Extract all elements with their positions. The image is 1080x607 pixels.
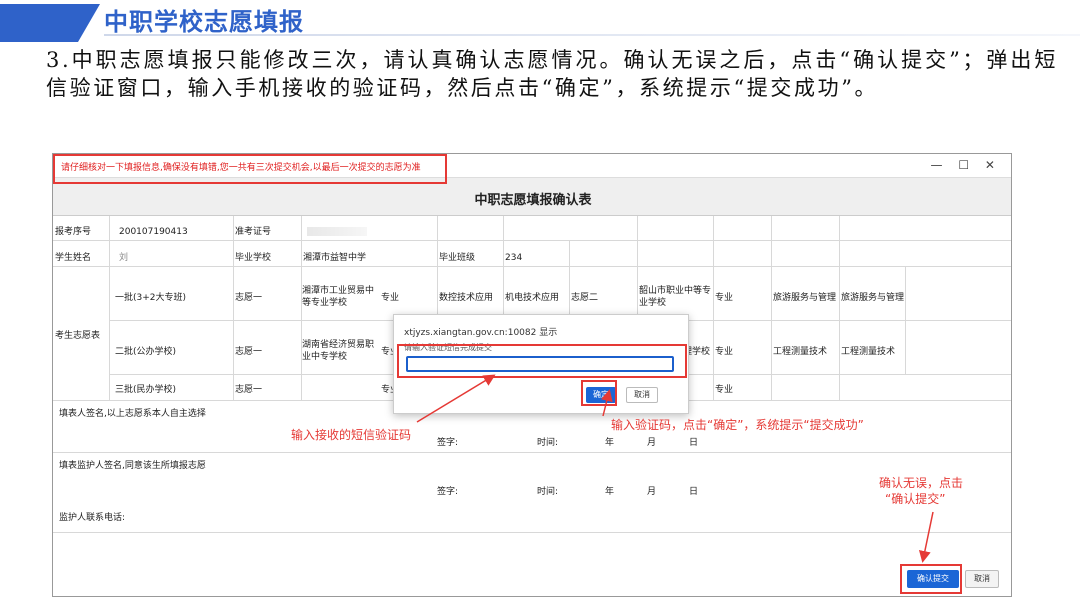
arrow-to-input (416, 374, 496, 423)
slide-title: 中职学校志愿填报 (104, 8, 304, 36)
header-divider (104, 34, 1080, 36)
annotation-arrows (416, 374, 934, 563)
form-window-screenshot: 请仔细核对一下填报信息,确保没有填错,您一共有三次提交机会,以最后一次提交的志愿… (52, 153, 1012, 597)
instruction-paragraph: 3.中职志愿填报只能修改三次，请认真确认志愿情况。确认无误之后，点击“确认提交”… (46, 48, 1058, 100)
arrow-to-submit (918, 511, 934, 563)
slide-header: 中职学校志愿填报 (0, 0, 1080, 42)
arrow-to-ok (600, 389, 613, 417)
header-accent-bar (0, 4, 100, 42)
